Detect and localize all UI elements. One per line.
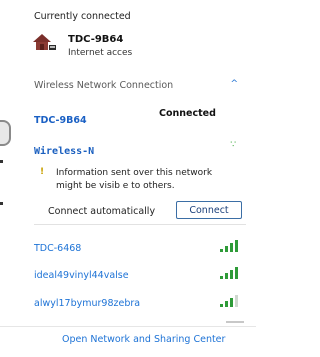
connected-network-row[interactable]: TDC-9B64 Connected: [34, 108, 240, 127]
warning-icon: !: [40, 167, 45, 177]
clipped-edge-dot: [0, 202, 3, 205]
warning-text: Information sent over this network might…: [56, 168, 213, 191]
wireless-group-header[interactable]: Wireless Network Connection ^: [34, 79, 240, 91]
connect-automatically-label[interactable]: Connect automatically: [48, 206, 155, 217]
signal-bars-icon: [220, 293, 242, 307]
signal-bars-icon: [220, 265, 242, 279]
current-network-name: TDC-9B64: [68, 34, 124, 45]
selected-network-row[interactable]: Wireless-N ∵: [34, 139, 240, 158]
current-network-status: Internet acces: [68, 48, 133, 58]
network-name: TDC-6468: [34, 243, 82, 254]
scrollbar-hint[interactable]: [226, 321, 244, 323]
wireless-group-title: Wireless Network Connection: [34, 80, 174, 91]
network-house-icon: [33, 34, 56, 50]
network-name: alwyl17bymur98zebra: [34, 298, 141, 309]
connected-network-name: TDC-9B64: [34, 115, 87, 126]
network-sharing-center-link[interactable]: Open Network and Sharing Center: [62, 334, 225, 345]
currently-connected-title: Currently connected: [34, 11, 131, 22]
network-name: ideal49vinyl44valse: [34, 270, 129, 281]
clipped-edge-dot: [0, 160, 3, 163]
connect-button[interactable]: Connect: [176, 201, 242, 219]
clipped-window-edge: [0, 120, 11, 146]
footer-divider: [0, 326, 256, 327]
network-list-item[interactable]: TDC-6468: [34, 236, 244, 254]
signal-small-icon: ∵: [230, 140, 236, 150]
network-list-item[interactable]: alwyl17bymur98zebra: [34, 291, 244, 309]
connected-status: Connected: [159, 108, 216, 119]
divider: [34, 224, 246, 225]
network-list-item[interactable]: ideal49vinyl44valse: [34, 263, 244, 281]
collapse-chevron-icon[interactable]: ^: [230, 79, 238, 89]
selected-network-name: Wireless-N: [34, 146, 95, 157]
signal-bars-icon: [220, 238, 242, 252]
